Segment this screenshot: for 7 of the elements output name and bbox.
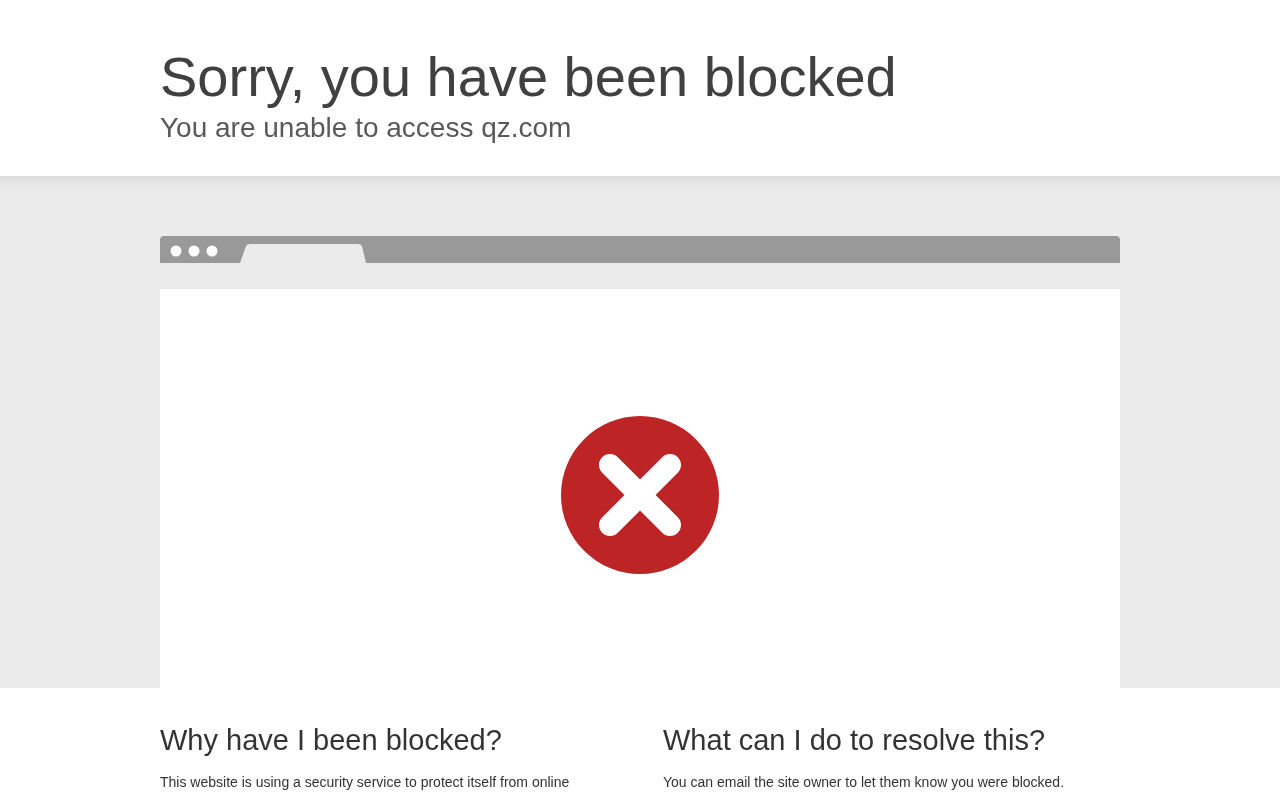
section-text: You can email the site owner to let them know you were blocked.: [663, 773, 1065, 792]
section-heading: Why have I been blocked?: [160, 723, 502, 758]
section-heading: What can I do to resolve this?: [663, 723, 1046, 758]
section-text: This website is using a security service to protect itself from online: [160, 773, 570, 792]
cross-circle-icon: [561, 416, 719, 574]
page-title: Sorry, you have been blocked: [160, 44, 897, 110]
page-subtitle: You are unable to access qz.com: [160, 111, 572, 145]
